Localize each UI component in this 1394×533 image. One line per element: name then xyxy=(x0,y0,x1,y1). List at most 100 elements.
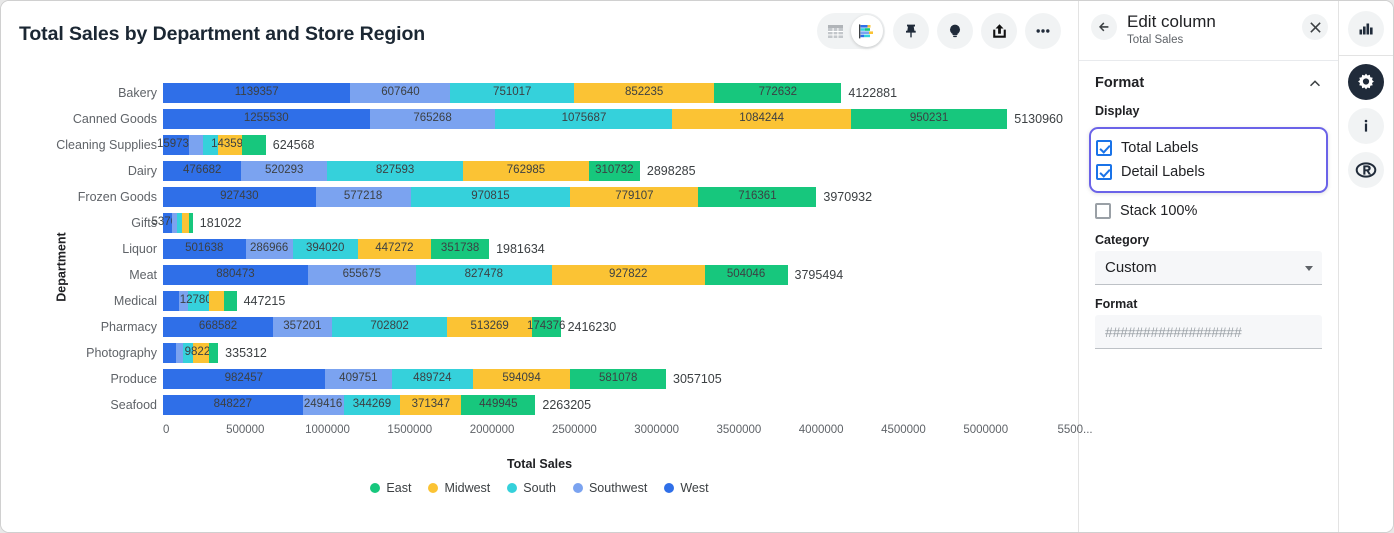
bar-segment[interactable]: 716361 xyxy=(698,187,816,207)
insights-button[interactable] xyxy=(937,13,973,49)
checkbox-stack-100[interactable]: Stack 100% xyxy=(1095,195,1322,221)
bar-segment[interactable]: 607640 xyxy=(350,83,450,103)
format-section-header[interactable]: Format xyxy=(1095,75,1322,91)
legend-item[interactable]: South xyxy=(507,482,556,495)
rail-info-button[interactable] xyxy=(1348,108,1384,144)
bar-segment[interactable]: 447272 xyxy=(358,239,432,259)
bar-row[interactable]: 98221335312 xyxy=(163,343,218,363)
bar-segment[interactable] xyxy=(179,291,189,311)
bar-segment[interactable]: 848227 xyxy=(163,395,303,415)
close-button[interactable] xyxy=(1302,14,1328,40)
bar-segment[interactable] xyxy=(203,135,219,155)
bar-segment[interactable] xyxy=(163,291,179,311)
bar-segment[interactable]: 174376 xyxy=(532,317,561,337)
bar-segment[interactable] xyxy=(163,343,176,363)
bar-segment[interactable]: 286966 xyxy=(246,239,293,259)
checkbox-icon[interactable] xyxy=(1095,203,1111,219)
category-select[interactable]: Custom xyxy=(1095,251,1322,285)
pin-button[interactable] xyxy=(893,13,929,49)
bar-segment[interactable]: 513269 xyxy=(447,317,531,337)
bar-segment[interactable]: 880473 xyxy=(163,265,308,285)
bar-segment[interactable]: 53763 xyxy=(163,213,172,233)
bar-segment[interactable] xyxy=(224,291,236,311)
bar-segment[interactable]: 489724 xyxy=(392,369,473,389)
bar-segment[interactable]: 127807 xyxy=(188,291,209,311)
bar-segment[interactable]: 501638 xyxy=(163,239,246,259)
bar-row[interactable]: 9274305772189708157791077163613970932 xyxy=(163,187,816,207)
checkbox-detail-labels[interactable]: Detail Labels xyxy=(1096,160,1318,184)
bar-segment[interactable]: 772632 xyxy=(714,83,841,103)
table-view-button[interactable] xyxy=(819,15,851,47)
bar-segment[interactable]: 1139357 xyxy=(163,83,350,103)
bar-segment[interactable] xyxy=(209,343,218,363)
share-button[interactable] xyxy=(981,13,1017,49)
bar-segment[interactable]: 98221 xyxy=(193,343,209,363)
bar-segment[interactable]: 449945 xyxy=(461,395,535,415)
bar-segment[interactable] xyxy=(183,343,193,363)
bar-segment[interactable]: 970815 xyxy=(411,187,571,207)
bar-segment[interactable]: 852235 xyxy=(574,83,714,103)
bar-segment[interactable] xyxy=(182,213,189,233)
more-options-button[interactable] xyxy=(1025,13,1061,49)
bar-segment[interactable]: 827593 xyxy=(327,161,463,181)
bar-segment[interactable]: 310732 xyxy=(589,161,640,181)
bar-segment[interactable]: 762985 xyxy=(463,161,589,181)
bar-segment[interactable] xyxy=(209,291,224,311)
bar-segment[interactable]: 779107 xyxy=(570,187,698,207)
bar-segment[interactable]: 668582 xyxy=(163,317,273,337)
bar-segment[interactable]: 594094 xyxy=(473,369,571,389)
bar-segment[interactable]: 504046 xyxy=(705,265,788,285)
bar-row[interactable]: 8804736556758274789278225040463795494 xyxy=(163,265,788,285)
bar-row[interactable]: 11393576076407510178522357726324122881 xyxy=(163,83,841,103)
checkbox-icon[interactable] xyxy=(1096,140,1112,156)
checkbox-icon[interactable] xyxy=(1096,164,1112,180)
bar-segment[interactable]: 581078 xyxy=(570,369,666,389)
back-button[interactable] xyxy=(1091,14,1117,40)
bar-segment[interactable]: 476682 xyxy=(163,161,241,181)
bar-segment[interactable]: 982457 xyxy=(163,369,325,389)
checkbox-total-labels[interactable]: Total Labels xyxy=(1096,136,1318,160)
bar-segment[interactable]: 143592 xyxy=(218,135,242,155)
bar-segment[interactable]: 751017 xyxy=(450,83,574,103)
bar-segment[interactable] xyxy=(189,135,202,155)
legend-item[interactable]: Midwest xyxy=(428,482,490,495)
bar-segment[interactable]: 371347 xyxy=(400,395,461,415)
legend-item[interactable]: Southwest xyxy=(573,482,647,495)
bar-segment[interactable]: 927822 xyxy=(552,265,705,285)
rail-settings-button[interactable] xyxy=(1348,64,1384,100)
chevron-up-icon[interactable] xyxy=(1308,76,1322,90)
bar-segment[interactable] xyxy=(189,213,193,233)
bar-segment[interactable]: 927430 xyxy=(163,187,316,207)
chart-view-button[interactable] xyxy=(851,15,883,47)
bar-row[interactable]: 5016382869663940204472723517381981634 xyxy=(163,239,489,259)
bar-row[interactable]: 4766825202938275937629853107322898285 xyxy=(163,161,640,181)
bar-segment[interactable]: 1075687 xyxy=(495,109,672,129)
bar-segment[interactable]: 409751 xyxy=(325,369,392,389)
rail-r-button[interactable] xyxy=(1348,152,1384,188)
bar-segment[interactable]: 159738 xyxy=(163,135,189,155)
bar-segment[interactable]: 702802 xyxy=(332,317,448,337)
bar-segment[interactable]: 520293 xyxy=(241,161,327,181)
bar-row[interactable]: 53763181022 xyxy=(163,213,193,233)
bar-row[interactable]: 1255530765268107568710842449502315130960 xyxy=(163,109,1007,129)
bar-segment[interactable] xyxy=(242,135,266,155)
bar-segment[interactable]: 351738 xyxy=(431,239,489,259)
bar-row[interactable]: 8482272494163442693713474499452263205 xyxy=(163,395,535,415)
bar-row[interactable]: 127807447215 xyxy=(163,291,237,311)
bar-segment[interactable]: 655675 xyxy=(308,265,416,285)
bar-row[interactable]: 6685823572017028025132691743762416230 xyxy=(163,317,561,337)
bar-segment[interactable]: 1255530 xyxy=(163,109,370,129)
bar-segment[interactable] xyxy=(176,343,183,363)
bar-row[interactable]: 9824574097514897245940945810783057105 xyxy=(163,369,666,389)
bar-segment[interactable]: 249416 xyxy=(303,395,344,415)
bar-segment[interactable]: 950231 xyxy=(851,109,1007,129)
legend-item[interactable]: West xyxy=(664,482,708,495)
bar-segment[interactable]: 577218 xyxy=(316,187,411,207)
bar-row[interactable]: 159738143592624568 xyxy=(163,135,266,155)
format-input[interactable]: ################## xyxy=(1095,315,1322,349)
bar-segment[interactable]: 765268 xyxy=(370,109,496,129)
bar-segment[interactable]: 344269 xyxy=(344,395,401,415)
rail-chart-button[interactable] xyxy=(1348,11,1384,47)
bar-segment[interactable]: 1084244 xyxy=(672,109,850,129)
legend-item[interactable]: East xyxy=(370,482,411,495)
